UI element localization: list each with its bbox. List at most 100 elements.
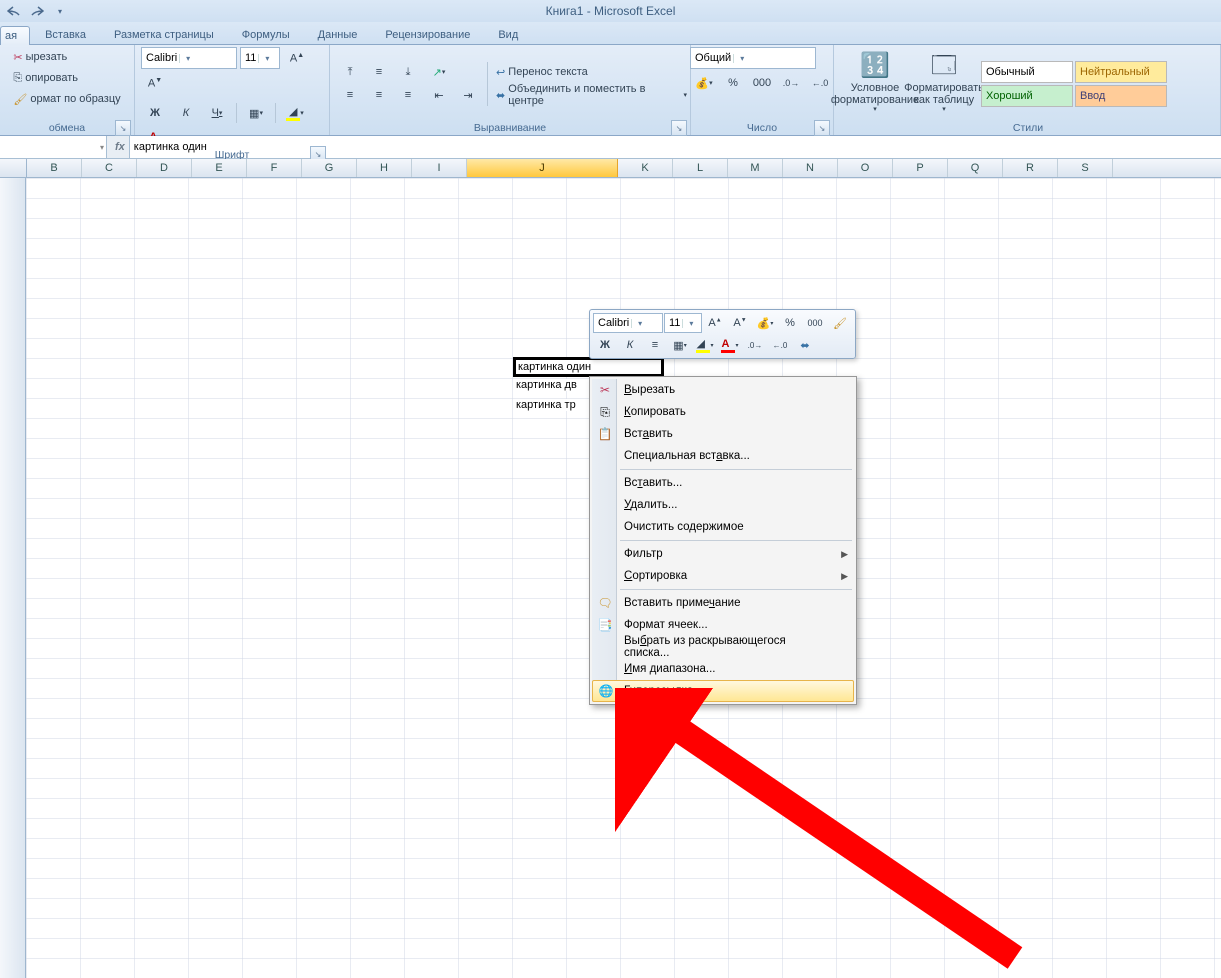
tab-data[interactable]: Данные (305, 25, 371, 44)
column-header-B[interactable]: B (27, 159, 82, 177)
grid-body[interactable]: картинка один картинка дв картинка тр Ca… (0, 178, 1221, 978)
column-header-O[interactable]: O (838, 159, 893, 177)
qat-customize-icon[interactable]: ▾ (50, 1, 70, 21)
column-header-L[interactable]: L (673, 159, 728, 177)
mini-align-center[interactable]: ≡ (643, 335, 667, 355)
fx-icon[interactable]: fx (115, 141, 125, 153)
number-dialog-launcher-icon[interactable]: ↘ (814, 120, 830, 136)
column-header-R[interactable]: R (1003, 159, 1058, 177)
name-box[interactable]: ▾ (0, 136, 107, 158)
shrink-font-button[interactable]: A▼ (141, 72, 169, 94)
cell-style-good[interactable]: Хороший (981, 85, 1073, 107)
redo-icon[interactable] (27, 1, 47, 21)
mini-size-combo[interactable]: 11▾ (664, 313, 702, 333)
ctx-insert-comment[interactable]: 🗨Вставить примечание (592, 592, 854, 614)
font-size-combo[interactable]: 11▾ (240, 47, 280, 69)
clipboard-dialog-launcher-icon[interactable]: ↘ (115, 120, 131, 136)
column-header-P[interactable]: P (893, 159, 948, 177)
orientation-button[interactable]: ↗▾ (425, 61, 453, 83)
select-all-corner[interactable] (0, 159, 27, 177)
align-top-button[interactable]: ⤒ (336, 61, 364, 83)
tab-view[interactable]: Вид (485, 25, 531, 44)
column-header-N[interactable]: N (783, 159, 838, 177)
mini-format-painter[interactable]: 🖌 (828, 313, 852, 333)
increase-decimal-button[interactable]: .0→ (777, 72, 805, 94)
alignment-dialog-launcher-icon[interactable]: ↘ (671, 120, 687, 136)
format-painter-button[interactable]: 🖌 ормат по образцу (10, 89, 123, 109)
ctx-delete[interactable]: Удалить... (592, 494, 854, 516)
mini-accounting[interactable]: 💰▾ (753, 313, 777, 333)
ctx-format-cells[interactable]: 📑Формат ячеек... (592, 614, 854, 636)
tab-formulas[interactable]: Формулы (229, 25, 303, 44)
column-header-K[interactable]: K (618, 159, 673, 177)
accounting-format-button[interactable]: 💰▾ (690, 72, 718, 94)
column-header-Q[interactable]: Q (948, 159, 1003, 177)
column-header-E[interactable]: E (192, 159, 247, 177)
column-header-F[interactable]: F (247, 159, 302, 177)
wrap-text-button[interactable]: ↩ Перенос текста (493, 61, 690, 83)
cell-style-normal[interactable]: Обычный (981, 61, 1073, 83)
comma-format-button[interactable]: 000 (748, 72, 776, 94)
mini-comma[interactable]: 000 (803, 313, 827, 333)
mini-font-combo[interactable]: Calibri▾ (593, 313, 663, 333)
mini-font-color[interactable]: A▾ (718, 335, 742, 355)
active-cell[interactable]: картинка один (513, 357, 664, 377)
align-middle-button[interactable]: ≡ (365, 61, 393, 83)
mini-italic[interactable]: К (618, 335, 642, 355)
ctx-name-range[interactable]: Имя диапазона... (592, 658, 854, 680)
cell-style-input[interactable]: Ввод (1075, 85, 1167, 107)
ctx-cut[interactable]: ✂Вырезать (592, 379, 854, 401)
align-right-button[interactable]: ≡ (394, 84, 422, 106)
tab-home[interactable]: ая (0, 26, 30, 45)
mini-fill-color[interactable]: ◢▾ (693, 335, 717, 355)
font-name-combo[interactable]: Calibri▾ (141, 47, 237, 69)
italic-button[interactable]: К (172, 102, 200, 124)
column-header-D[interactable]: D (137, 159, 192, 177)
tab-page-layout[interactable]: Разметка страницы (101, 25, 227, 44)
mini-percent[interactable]: % (778, 313, 802, 333)
ctx-hyperlink[interactable]: 🌐Гиперссылка... (592, 680, 854, 702)
mini-shrink-font[interactable]: A▼ (728, 313, 752, 333)
ctx-insert[interactable]: Вставить... (592, 472, 854, 494)
column-header-J[interactable]: J (467, 159, 618, 177)
column-header-I[interactable]: I (412, 159, 467, 177)
underline-button[interactable]: Ч▾ (203, 102, 231, 124)
percent-format-button[interactable]: % (719, 72, 747, 94)
decrease-decimal-button[interactable]: ←.0 (806, 72, 834, 94)
copy-button[interactable]: ⎘ опировать (10, 68, 81, 88)
mini-dec-decimal[interactable]: ←.0 (768, 335, 792, 355)
column-header-S[interactable]: S (1058, 159, 1113, 177)
decrease-indent-button[interactable]: ⇤ (425, 84, 453, 106)
mini-merge[interactable]: ⬌ (793, 335, 817, 355)
ctx-filter[interactable]: Фильтр▶ (592, 543, 854, 565)
ctx-pick-from-list[interactable]: Выбрать из раскрывающегося списка... (592, 636, 854, 658)
increase-indent-button[interactable]: ⇥ (454, 84, 482, 106)
align-center-button[interactable]: ≡ (365, 84, 393, 106)
align-bottom-button[interactable]: ⤓ (394, 61, 422, 83)
conditional-formatting-button[interactable]: 🔢 Условное форматирование▾ (842, 48, 908, 120)
cut-button[interactable]: ✂ ырезать (10, 47, 70, 67)
column-header-H[interactable]: H (357, 159, 412, 177)
mini-bold[interactable]: Ж (593, 335, 617, 355)
tab-insert[interactable]: Вставка (32, 25, 99, 44)
grow-font-button[interactable]: A▲ (283, 47, 311, 69)
borders-button[interactable]: ▦▾ (242, 102, 270, 124)
tab-review[interactable]: Рецензирование (372, 25, 483, 44)
column-header-C[interactable]: C (82, 159, 137, 177)
column-header-M[interactable]: M (728, 159, 783, 177)
align-left-button[interactable]: ≡ (336, 84, 364, 106)
number-format-combo[interactable]: Общий▾ (690, 47, 816, 69)
ctx-paste[interactable]: 📋Вставить (592, 423, 854, 445)
ctx-clear[interactable]: Очистить содержимое (592, 516, 854, 538)
cell-style-neutral[interactable]: Нейтральный (1075, 61, 1167, 83)
ctx-paste-special[interactable]: Специальная вставка... (592, 445, 854, 467)
mini-borders[interactable]: ▦▾ (668, 335, 692, 355)
bold-button[interactable]: Ж (141, 102, 169, 124)
merge-center-button[interactable]: ⬌ Объединить и поместить в центре ▾ (493, 84, 690, 106)
undo-dropdown-icon[interactable] (4, 1, 24, 21)
fill-color-button[interactable]: ◢▾ (281, 102, 309, 124)
ctx-copy[interactable]: ⎘Копировать (592, 401, 854, 423)
format-as-table-button[interactable]: 🗔 Форматировать как таблицу▾ (911, 48, 977, 120)
ctx-sort[interactable]: Сортировка▶ (592, 565, 854, 587)
mini-inc-decimal[interactable]: .0→ (743, 335, 767, 355)
